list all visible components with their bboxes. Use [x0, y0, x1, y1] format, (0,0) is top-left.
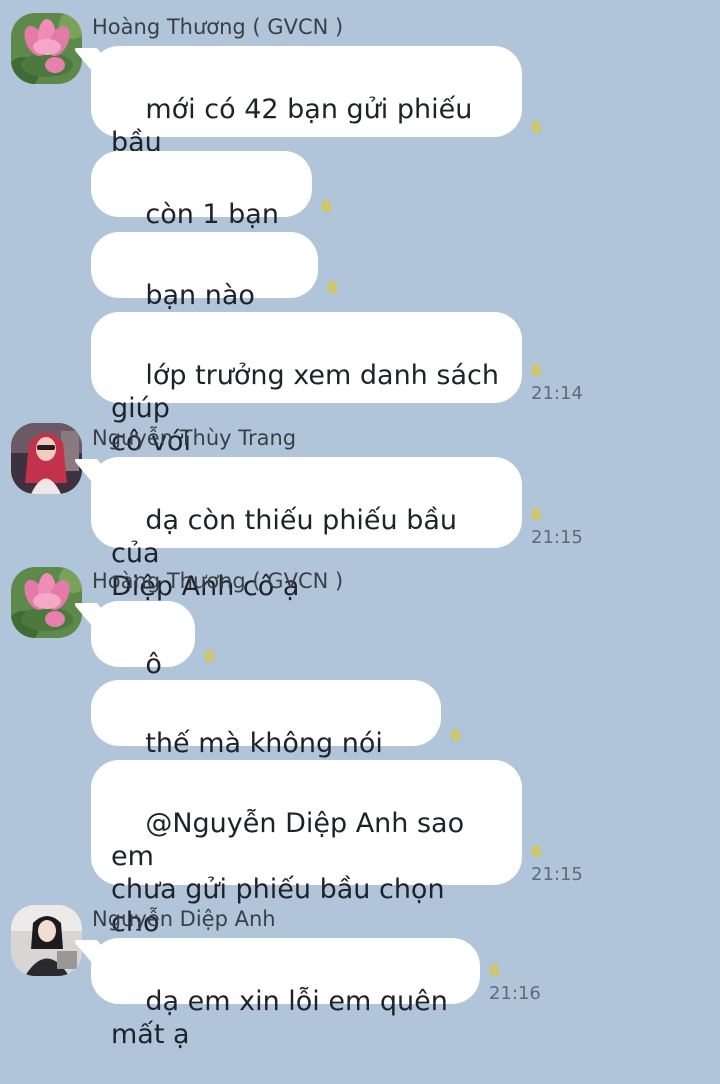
read-count: 6 — [327, 278, 339, 297]
sender-avatar[interactable] — [11, 423, 82, 494]
message-bubble[interactable]: lớp trưởng xem danh sách giúp cô với — [91, 312, 522, 457]
message-timestamp: 21:14 — [531, 383, 583, 404]
message-bubble[interactable]: bạn nào thế nhỉ — [91, 232, 318, 344]
message-bubble[interactable]: mới có 42 bạn gửi phiếu bầu thôi — [91, 46, 522, 191]
sender-name: Nguyễn Thùy Trang — [92, 426, 297, 450]
message-bubble[interactable]: @Nguyễn Diệp Anh sao em chưa gửi phiếu b… — [91, 760, 522, 971]
read-count: 6 — [531, 361, 543, 380]
message-text: dạ em xin lỗi em quên mất ạ — [111, 986, 457, 1050]
read-count: 6 — [321, 197, 333, 216]
message-bubble[interactable]: dạ em xin lỗi em quên mất ạ — [91, 938, 480, 1050]
read-count: 6 — [531, 842, 543, 861]
read-count: 6 — [531, 118, 543, 137]
message-bubble[interactable]: thế mà không nói năng gì — [91, 680, 441, 792]
read-count: 6 — [531, 505, 543, 524]
read-count: 6 — [450, 726, 462, 745]
sender-avatar[interactable] — [11, 905, 82, 976]
message-timestamp: 21:16 — [489, 983, 541, 1004]
girl-photo-avatar-icon — [11, 905, 82, 976]
sender-name: Hoàng Thương ( GVCN ) — [92, 15, 344, 39]
sender-avatar[interactable] — [11, 567, 82, 638]
lotus-flower-avatar-icon — [11, 13, 82, 84]
message-bubble[interactable]: còn 1 bạn nữa — [91, 151, 312, 263]
read-count: 6 — [489, 961, 501, 980]
message-bubble[interactable]: ô hay — [91, 601, 195, 713]
sender-name: Hoàng Thương ( GVCN ) — [92, 569, 344, 593]
lotus-flower-avatar-icon — [11, 567, 82, 638]
message-bubble[interactable]: dạ còn thiếu phiếu bầu của Diệp Anh cô ạ — [91, 457, 522, 602]
chat-message-list[interactable]: Hoàng Thương ( GVCN ) mới có 42 bạn gửi … — [0, 0, 720, 1050]
girl-photo-avatar-icon — [11, 423, 82, 494]
sender-avatar[interactable] — [11, 13, 82, 84]
message-timestamp: 21:15 — [531, 864, 583, 885]
message-timestamp: 21:15 — [531, 527, 583, 548]
sender-name: Nguyễn Diệp Anh — [92, 907, 276, 931]
read-count: 6 — [204, 647, 216, 666]
